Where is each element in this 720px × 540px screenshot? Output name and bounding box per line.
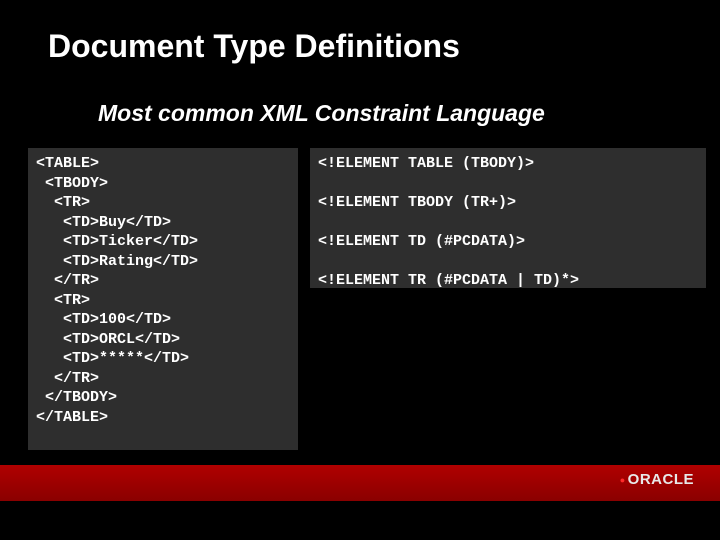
code-block-xml: <TABLE> <TBODY> <TR> <TD>Buy</TD> <TD>Ti… [28,148,298,450]
slide-title: Document Type Definitions [48,28,460,65]
slide-subtitle: Most common XML Constraint Language [98,100,545,127]
oracle-logo: ●ORACLE [620,471,694,488]
code-block-dtd: <!ELEMENT TABLE (TBODY)> <!ELEMENT TBODY… [310,148,706,288]
slide: Document Type Definitions Most common XM… [0,0,720,540]
logo-text: ORACLE [628,471,694,488]
footer-bar [0,465,720,501]
logo-bullet-icon: ● [620,475,626,485]
